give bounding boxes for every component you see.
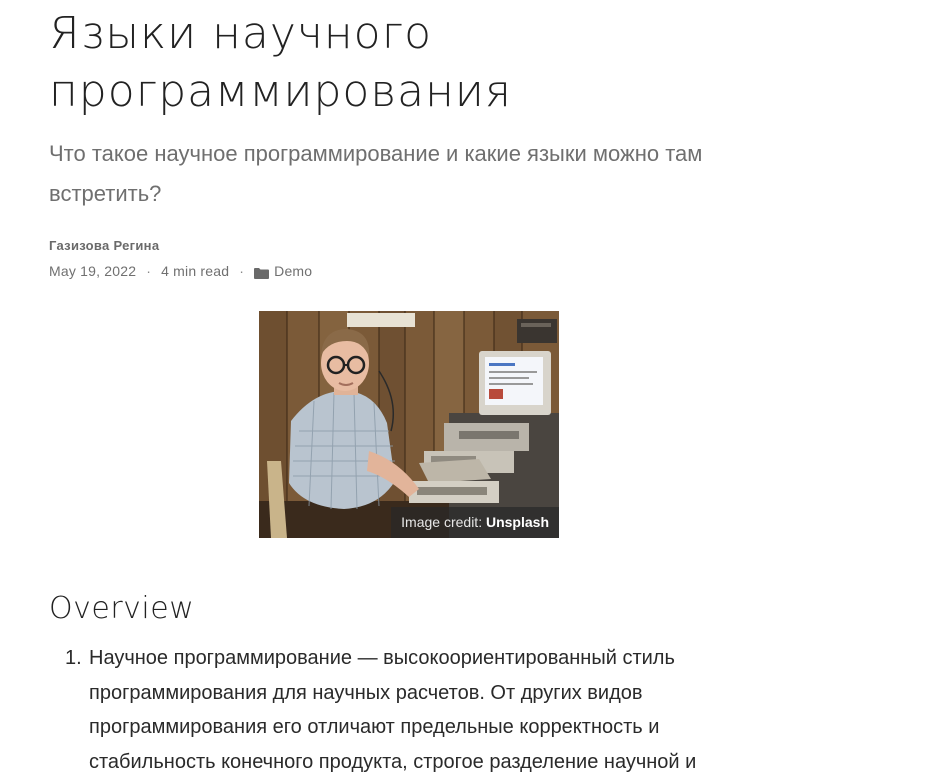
list-item-text: Научное программирование — высокоориенти…: [89, 647, 697, 773]
publish-date: May 19, 2022: [49, 263, 137, 279]
article-title: Языки научного программирования: [49, 5, 769, 121]
article: Языки научного программирования Что тако…: [49, 0, 769, 773]
list-item: 1. Научное программирование — высокоорие…: [49, 641, 769, 779]
author-name: Газизова Регина: [49, 238, 160, 253]
title-line-1: Языки научного: [49, 8, 433, 59]
meta-separator: ·: [146, 263, 152, 279]
meta-separator: ·: [239, 263, 245, 279]
article-meta: May 19, 2022 · 4 min read · Demo: [49, 263, 769, 279]
read-time: 4 min read: [161, 263, 230, 279]
title-line-2: программирования: [49, 66, 512, 117]
article-image: Image credit: Unsplash: [259, 311, 559, 538]
list-item-number: 1.: [65, 647, 82, 669]
article-subtitle: Что такое научное программирование и как…: [49, 141, 703, 206]
folder-icon: [254, 266, 270, 279]
category-link[interactable]: Demo: [274, 263, 312, 279]
image-credit-source-link[interactable]: Unsplash: [486, 514, 549, 530]
overview-list: 1. Научное программирование — высокоорие…: [49, 641, 769, 779]
image-credit-prefix: Image credit:: [401, 514, 483, 530]
overview-heading: Overview: [49, 591, 195, 626]
image-credit: Image credit: Unsplash: [391, 507, 559, 538]
photo-illustration: [259, 311, 559, 538]
